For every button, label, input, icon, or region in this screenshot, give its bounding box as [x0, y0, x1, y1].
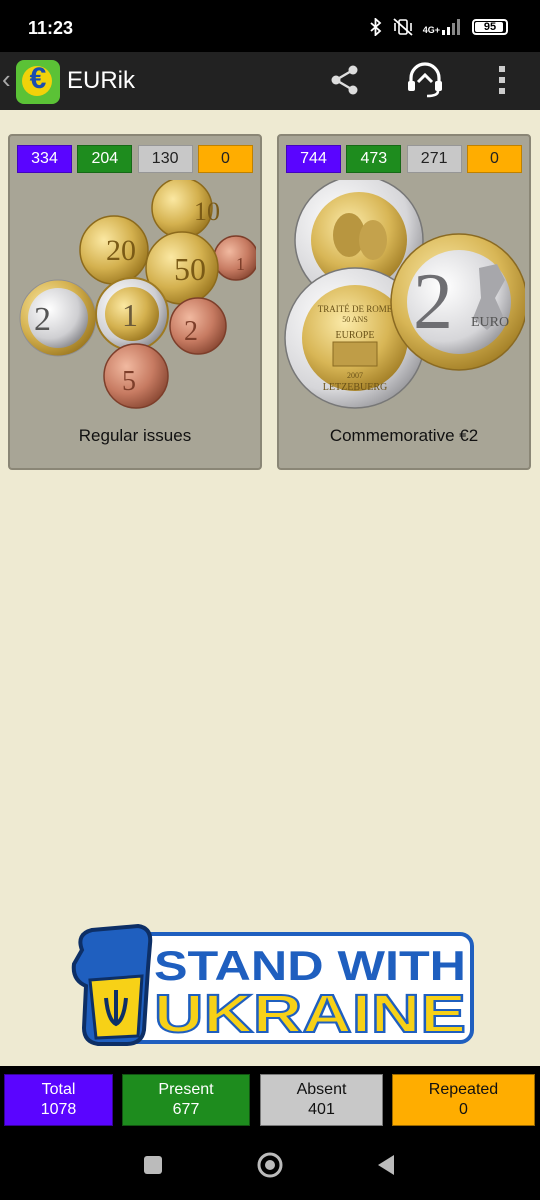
app-logo[interactable]: €: [16, 60, 60, 104]
coin-numeral: 50: [174, 251, 206, 287]
coin-inscription: LETZEBUERG: [323, 382, 387, 393]
badge-row: 744 473 271 0: [286, 145, 522, 173]
banner-line-1: STAND WITH: [154, 942, 466, 989]
triangle-back-icon: [376, 1154, 396, 1181]
absent-count-badge: 130: [137, 145, 193, 173]
coin-numeral: 20: [106, 234, 136, 267]
coin-inscription: 2007: [347, 371, 363, 380]
badge-row: 334 204 130 0: [17, 145, 253, 173]
system-nav-bar: [0, 1130, 540, 1200]
more-vert-icon: [497, 65, 507, 100]
stand-with-ukraine-banner[interactable]: STAND WITH UKRAINE: [68, 920, 476, 1048]
battery-level: 95: [483, 21, 497, 33]
category-label: Regular issues: [78, 426, 192, 445]
present-count-badge: 204: [77, 145, 133, 173]
absent-count-badge: 271: [406, 145, 462, 173]
signal-icon: 4G+: [423, 19, 462, 35]
coin-inscription: TRAITÉ DE ROME: [318, 304, 393, 314]
bluetooth-icon: [369, 18, 383, 36]
absent-label: Absent: [296, 1081, 347, 1098]
coin-numeral: 2: [184, 316, 198, 347]
repeated-summary-button[interactable]: Repeated 0: [392, 1074, 535, 1126]
status-icons: 4G+ 95: [369, 18, 508, 36]
app-bar: ‹ € EURik: [0, 52, 540, 110]
share-button[interactable]: [323, 60, 367, 104]
recents-button[interactable]: [133, 1150, 173, 1184]
back-button[interactable]: [366, 1150, 406, 1184]
category-label: Commemorative €2: [329, 426, 479, 445]
coin-numeral: 5: [122, 366, 136, 397]
total-summary-button[interactable]: Total 1078: [4, 1074, 113, 1126]
coin-numeral: 2: [413, 258, 453, 346]
coin-inscription: EUROPE: [336, 330, 375, 341]
share-icon: [328, 63, 362, 102]
headset-icon: [405, 60, 445, 105]
total-label: Total: [41, 1081, 76, 1098]
total-value: 1078: [40, 1101, 77, 1118]
coin-numeral: 2: [34, 301, 51, 338]
coin-inscription: 50 ANS: [342, 315, 368, 324]
coin-numeral: 1: [236, 254, 245, 274]
present-count-badge: 473: [346, 145, 402, 173]
present-label: Present: [158, 1081, 214, 1098]
network-type: 4G+: [422, 25, 440, 35]
category-card-commemorative[interactable]: 744 473 271 0 TRAITÉ DE ROME 50 ANS EURO…: [277, 134, 531, 470]
vibrate-off-icon: [393, 18, 413, 36]
coin-inscription: EURO: [471, 315, 509, 330]
coin-numeral: 1: [122, 297, 138, 333]
regular-coins-image: 10 20 50 1 2 2 1 5: [19, 180, 256, 409]
total-count-badge: 744: [286, 145, 341, 173]
absent-value: 401: [308, 1101, 335, 1118]
square-icon: [143, 1155, 163, 1180]
home-button[interactable]: [250, 1150, 290, 1184]
support-button[interactable]: [403, 60, 447, 104]
repeated-value: 0: [459, 1101, 468, 1118]
present-value: 677: [172, 1101, 200, 1118]
chevron-left-icon[interactable]: ‹: [2, 64, 11, 95]
present-summary-button[interactable]: Present 677: [122, 1074, 250, 1126]
total-count-badge: 334: [17, 145, 72, 173]
repeated-count-badge: 0: [466, 145, 522, 173]
battery-icon: 95: [472, 19, 508, 35]
coin-numeral: 10: [194, 197, 220, 226]
overflow-menu-button[interactable]: [480, 60, 524, 104]
summary-bar: Total 1078 Present 677 Absent 401 Repeat…: [0, 1066, 540, 1130]
banner-line-2: UKRAINE: [154, 984, 466, 1044]
app-title: EURik: [67, 67, 136, 94]
status-time: 11:23: [28, 18, 74, 38]
repeated-label: Repeated: [428, 1081, 499, 1098]
status-bar: 11:23 4G+ 95: [0, 0, 540, 52]
commemorative-coins-image: TRAITÉ DE ROME 50 ANS EUROPE 2007 LETZEB…: [284, 180, 525, 409]
absent-summary-button[interactable]: Absent 401: [260, 1074, 383, 1126]
euro-icon: €: [29, 62, 47, 95]
repeated-count-badge: 0: [197, 145, 253, 173]
circle-icon: [256, 1151, 284, 1184]
category-card-regular-issues[interactable]: 334 204 130 0 10 20 50 1 2 2 1 5 Regular…: [8, 134, 262, 470]
